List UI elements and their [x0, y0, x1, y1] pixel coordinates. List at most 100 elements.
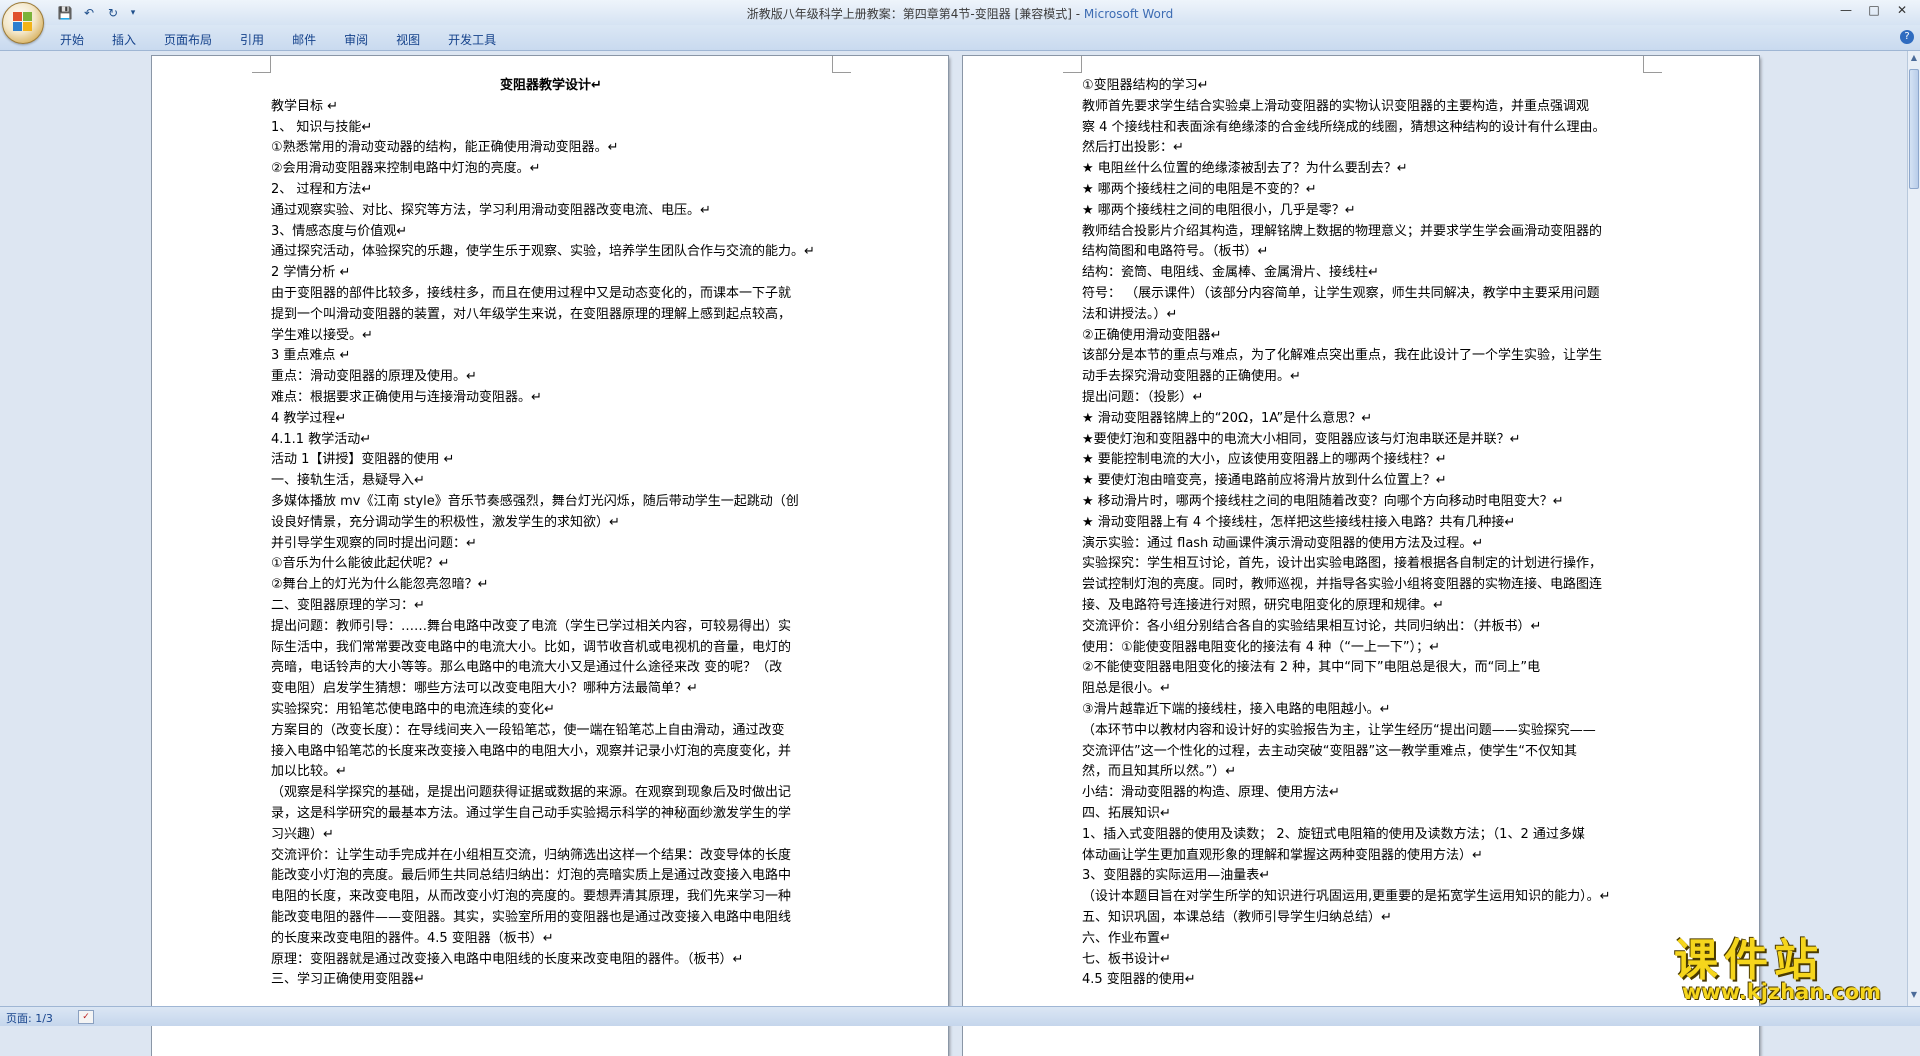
document-line: 实验探究：用铅笔芯使电路中的电流连续的变化↵: [271, 702, 555, 717]
page-count[interactable]: 页面: 1/3: [6, 1010, 53, 1026]
document-line: 能改变电阻的器件——变阻器。其实，实验室所用的变阻器也是通过改变接入电路中电阻线: [271, 910, 792, 925]
document-line: 该部分是本节的重点与难点，为了化解难点突出重点，我在此设计了一个学生实验，让学生: [1082, 348, 1603, 364]
document-line: 演示实验：通过 flash 动画课件演示滑动变阻器的使用方法及过程。↵: [1082, 535, 1484, 551]
tab-insert[interactable]: 插入: [98, 29, 150, 50]
scrollbar-thumb[interactable]: [1909, 69, 1919, 189]
document-line: 动手去探究滑动变阻器的正确使用。↵: [1082, 369, 1301, 385]
document-line: ★ 要使灯泡由暗变亮，接通电路前应将滑片放到什么位置上？↵: [1082, 473, 1447, 489]
window-controls: — □ ✕: [1832, 0, 1916, 20]
document-line: ②会用滑动变阻器来控制电路中灯泡的亮度。↵: [271, 161, 541, 177]
document-page-2[interactable]: ①变阻器结构的学习↵ 教师首先要求学生结合实验桌上滑动变阻器的实物认识变阻器的主…: [963, 56, 1759, 1056]
document-line: ★ 哪两个接线柱之间的电阻是不变的？↵: [1082, 182, 1317, 197]
document-line: 提到一个叫滑动变阻器的装置，对八年级学生来说，在变阻器原理的理解上感到起点较高，: [271, 306, 792, 322]
document-line: ①变阻器结构的学习↵: [1082, 78, 1209, 93]
tab-review[interactable]: 审阅: [330, 29, 382, 50]
document-line: 由于变阻器的部件比较多，接线柱多，而且在使用过程中又是动态变化的，而课本一下子就: [271, 286, 792, 301]
document-line: 结构简图和电路符号。（板书）↵: [1082, 244, 1269, 260]
document-line: 际生活中，我们常常要改变电路中的电流大小。比如，调节收音机或电视机的音量，电灯的: [271, 639, 792, 655]
page-2-text: ①变阻器结构的学习↵ 教师首先要求学生结合实验桌上滑动变阻器的实物认识变阻器的主…: [1082, 56, 1642, 1056]
maximize-icon[interactable]: □: [1860, 0, 1888, 20]
window-title: 浙教版八年级科学上册教案：第四章第4节-变阻器 [兼容模式] - Microso…: [0, 5, 1920, 22]
tab-developer[interactable]: 开发工具: [434, 29, 510, 50]
document-line: 体动画让学生更加直观形象的理解和掌握这两种变阻器的使用方法）↵: [1082, 847, 1483, 863]
document-line: 六、作业布置↵: [1082, 930, 1171, 946]
document-line: 使用：①能使变阻器电阻变化的接法有 4 种（“一上一下”）；↵: [1082, 639, 1441, 655]
document-line: 教学目标 ↵: [271, 98, 339, 114]
document-line: 学生难以接受。↵: [271, 327, 373, 343]
document-line: ②舞台上的灯光为什么能忽亮忽暗？↵: [271, 577, 489, 593]
document-line: 然后打出投影：↵: [1082, 140, 1184, 156]
tab-page-layout[interactable]: 页面布局: [150, 29, 226, 50]
document-line: 接入电路中铅笔芯的长度来改变接入电路中的电阻大小，观察并记录小灯泡的亮度变化，并: [271, 743, 792, 759]
document-line: 一、接轨生活，悬疑导入↵: [271, 473, 425, 489]
document-line: 电阻的长度，来改变电阻，从而改变小灯泡的亮度的。要想弄清其原理，我们先来学习一种: [271, 889, 792, 905]
document-page-1[interactable]: 变阻器教学设计↵ 教学目标 ↵ 1、 知识与技能↵ ①熟悉常用的滑动变动器的结构，能正…: [152, 56, 948, 1056]
vertical-scrollbar[interactable]: ▲ ▼: [1907, 51, 1920, 1006]
document-line: 并引导学生观察的同时提出问题：↵: [271, 535, 477, 551]
document-line: 3、情感态度与价值观↵: [271, 223, 408, 239]
document-line: 实验探究：学生相互讨论，首先，设计出实验电路图，接着根据各自制定的计划进行操作，: [1082, 556, 1603, 572]
document-line: ★ 滑动变阻器上有 4 个接线柱，怎样把这些接线柱接入电路？共有几种接↵: [1082, 514, 1516, 530]
document-line: 符号： （展示课件）（该部分内容简单，让学生观察，师生共同解决，教学中主要采用问…: [1082, 286, 1600, 301]
document-line: ①音乐为什么能彼此起伏呢？↵: [271, 556, 450, 572]
document-line: 习兴趣）↵: [271, 826, 334, 842]
tab-view[interactable]: 视图: [382, 29, 434, 50]
document-line: 阻总是很小。↵: [1082, 681, 1171, 697]
document-line: ★要使灯泡和变阻器中的电流大小相同，变阻器应该与灯泡串联还是并联？↵: [1082, 431, 1521, 447]
document-line: 难点：根据要求正确使用与连接滑动变阻器。↵: [271, 390, 542, 405]
document-line: ★ 移动滑片时，哪两个接线柱之间的电阻随着改变？向哪个方向移动时电阻变大？↵: [1082, 494, 1564, 509]
document-line: ★ 哪两个接线柱之间的电阻很小，几乎是零？↵: [1082, 202, 1356, 218]
document-line: 然，而且知其所以然。”）↵: [1082, 764, 1237, 780]
document-line: 交流评估”这一个性化的过程，去主动突破“变阻器”这一教学重难点，使学生“不仅知其: [1082, 743, 1577, 759]
document-line: 结构：瓷筒、电阻线、金属棒、金属滑片、接线柱↵: [1082, 265, 1379, 281]
document-line: 4.1.1 教学活动↵: [271, 431, 372, 447]
office-button[interactable]: [2, 2, 44, 44]
document-line: ★ 要能控制电流的大小，应该使用变阻器上的哪两个接线柱？↵: [1082, 452, 1447, 468]
document-line: 2 学情分析 ↵: [271, 265, 351, 281]
help-icon[interactable]: ?: [1900, 30, 1914, 44]
document-line: 二、变阻器原理的学习：↵: [271, 598, 425, 613]
scroll-up-icon[interactable]: ▲: [1909, 53, 1919, 67]
document-line: 方案目的（改变长度）：在导线间夹入一段铅笔芯，使一端在铅笔芯上自由滑动，通过改变: [271, 722, 785, 738]
document-line: ③滑片越靠近下端的接线柱，接入电路的电阻越小。↵: [1082, 702, 1391, 717]
document-line: 尝试控制灯泡的亮度。同时，教师巡视，并指导各实验小组将变阻器的实物连接、电路图连: [1082, 577, 1603, 593]
document-line: 提出问题：（投影）↵: [1082, 390, 1204, 405]
office-logo-icon: [13, 12, 33, 32]
document-line: （设计本题目旨在对学生所学的知识进行巩固运用,更重要的是拓宽学生运用知识的能力）…: [1082, 889, 1611, 905]
proofing-icon[interactable]: ✓: [78, 1010, 94, 1024]
minimize-icon[interactable]: —: [1832, 0, 1860, 20]
document-line: 三、学习正确使用变阻器↵: [271, 972, 425, 988]
document-line: 四、拓展知识↵: [1082, 806, 1171, 821]
document-line: 录，这是科学研究的最基本方法。通过学生自己动手实验揭示科学的神秘面纱激发学生的学: [271, 806, 792, 821]
tab-home[interactable]: 开始: [46, 29, 98, 50]
document-line: ★ 滑动变阻器铭牌上的“20Ω，1A”是什么意思？↵: [1082, 410, 1373, 426]
tab-mailings[interactable]: 邮件: [278, 29, 330, 50]
scroll-down-icon[interactable]: ▼: [1909, 990, 1919, 1004]
document-line: ①熟悉常用的滑动变动器的结构，能正确使用滑动变阻器。↵: [271, 140, 619, 156]
document-line: （观察是科学探究的基础，是提出问题获得证据或数据的来源。在观察到现象后及时做出记: [271, 785, 792, 801]
status-bar: 页面: 1/3 ✓: [0, 1006, 1920, 1026]
document-line: 4 教学过程↵: [271, 410, 347, 426]
document-line: 变阻器教学设计↵: [500, 78, 602, 93]
ribbon-tabs: 开始 插入 页面布局 引用 邮件 审阅 视图 开发工具: [46, 29, 510, 50]
document-line: 教师结合投影片介绍其构造，理解铭牌上数据的物理意义；并要求学生学会画滑动变阻器的: [1082, 223, 1603, 239]
tab-references[interactable]: 引用: [226, 29, 278, 50]
document-line: 能改变小灯泡的亮度。最后师生共同总结归纳出：灯泡的亮暗实质上是通过改变接入电路中: [271, 868, 792, 884]
document-line: 交流评价：各小组分别结合各自的实验结果相互讨论，共同归纳出：（并板书）↵: [1082, 618, 1542, 634]
document-line: 活动 1【讲授】变阻器的使用 ↵: [271, 452, 455, 468]
document-line: 小结：滑动变阻器的构造、原理、使用方法↵: [1082, 785, 1340, 801]
document-line: ②正确使用滑动变阻器↵: [1082, 327, 1222, 343]
document-area: 变阻器教学设计↵ 教学目标 ↵ 1、 知识与技能↵ ①熟悉常用的滑动变动器的结构，能正…: [0, 51, 1908, 1056]
close-icon[interactable]: ✕: [1888, 0, 1916, 20]
document-line: 提出问题：教师引导：……舞台电路中改变了电流（学生已学过相关内容，可较易得出）实: [271, 618, 792, 634]
watermark-logo: 课件站 www.kjzhan.com: [1668, 924, 1908, 1004]
document-line: 通过观察实验、对比、探究等方法，学习利用滑动变阻器改变电流、电压。↵: [271, 202, 711, 218]
title-bar: 💾 ↶ ↻ ▾ 浙教版八年级科学上册教案：第四章第4节-变阻器 [兼容模式] -…: [0, 0, 1920, 44]
document-line: 法和讲授法。）↵: [1082, 306, 1178, 322]
document-line: 3 重点难点 ↵: [271, 348, 351, 364]
ribbon: 开始 插入 页面布局 引用 邮件 审阅 视图 开发工具 ?: [0, 25, 1920, 51]
document-line: 通过探究活动，体验探究的乐趣，使学生乐于观察、实验，培养学生团队合作与交流的能力…: [271, 244, 815, 260]
page-1-text: 变阻器教学设计↵ 教学目标 ↵ 1、 知识与技能↵ ①熟悉常用的滑动变动器的结构，能正…: [271, 56, 831, 1056]
document-line: 交流评价：让学生动手完成并在小组相互交流，归纳筛选出这样一个结果：改变导体的长度: [271, 847, 792, 863]
document-line: 变电阻）启发学生猜想：哪些方法可以改变电阻大小？哪种方法最简单？↵: [271, 681, 698, 697]
